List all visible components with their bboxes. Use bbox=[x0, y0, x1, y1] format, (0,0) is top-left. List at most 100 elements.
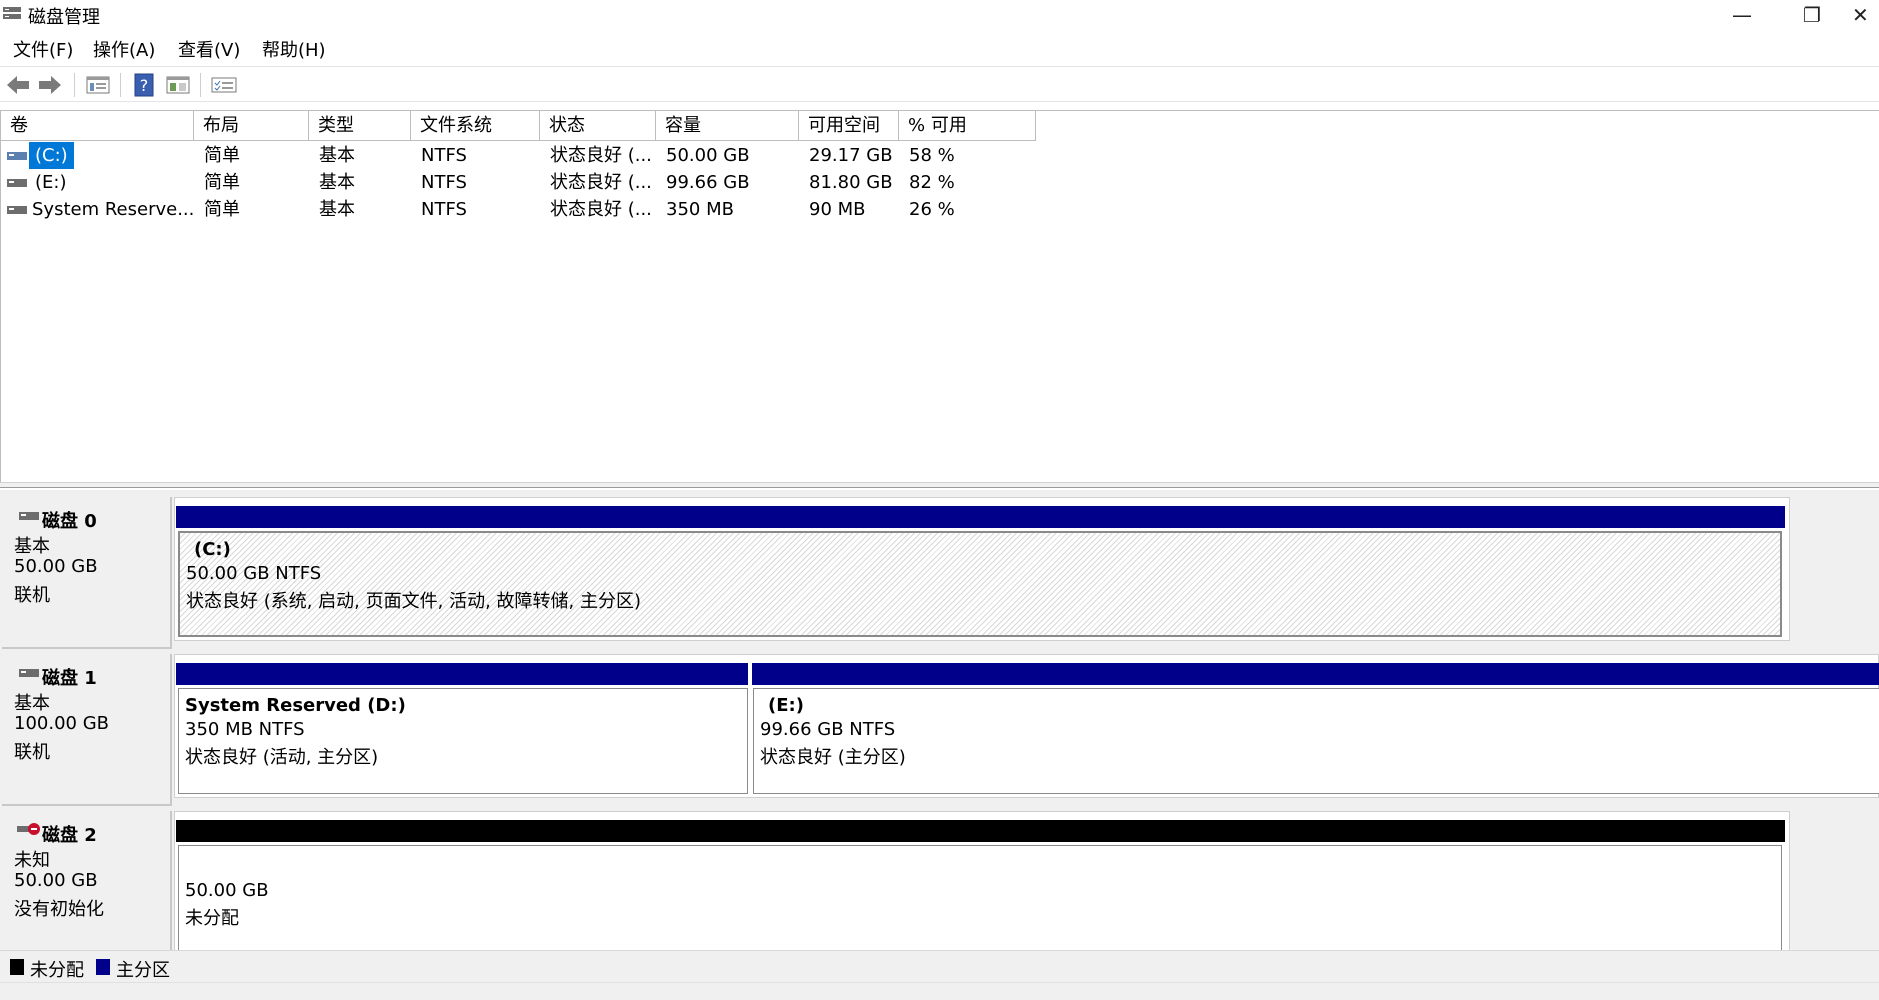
disk-icon bbox=[19, 512, 39, 520]
table-row[interactable]: System Reserve... 简单 基本 NTFS 状态良好 (... 3… bbox=[1, 196, 1035, 223]
help-icon: ? bbox=[134, 73, 154, 97]
disk-name: 磁盘 0 bbox=[42, 511, 97, 532]
disk-name: 磁盘 2 bbox=[42, 825, 97, 846]
legend-swatch-primary bbox=[96, 959, 110, 975]
legend-label-primary: 主分区 bbox=[116, 960, 170, 981]
volume-layout: 简单 bbox=[204, 199, 240, 220]
volume-free-space: 81.80 GB bbox=[809, 172, 893, 193]
volume-list: 卷 布局 类型 文件系统 状态 容量 可用空间 % 可用 (C:) 简单 基本 … bbox=[0, 110, 1879, 482]
disk-state: 没有初始化 bbox=[14, 899, 104, 920]
column-header-layout[interactable]: 布局 bbox=[194, 111, 309, 141]
menu-view[interactable]: 查看(V) bbox=[178, 36, 240, 62]
partition-c[interactable]: (C:) 50.00 GB NTFS 状态良好 (系统, 启动, 页面文件, 活… bbox=[178, 531, 1782, 637]
menu-file[interactable]: 文件(F) bbox=[13, 36, 73, 62]
disk-kind: 基本 bbox=[14, 536, 50, 557]
volume-filesystem: NTFS bbox=[421, 145, 467, 166]
volume-name[interactable]: (E:) bbox=[35, 169, 66, 196]
title-bar: 磁盘管理 — ❐ ✕ bbox=[0, 0, 1879, 30]
partition-label: (E:) bbox=[768, 695, 804, 716]
volume-status: 状态良好 (... bbox=[550, 172, 652, 193]
volume-percent-free: 26 % bbox=[909, 199, 955, 220]
partition-label: (C:) bbox=[194, 539, 231, 560]
partition-size: 50.00 GB bbox=[185, 880, 269, 901]
disk-list-icon bbox=[86, 76, 110, 94]
menu-action[interactable]: 操作(A) bbox=[93, 36, 155, 62]
toolbar: ? bbox=[0, 66, 1879, 102]
disk-management-app-icon bbox=[3, 7, 21, 19]
svg-text:?: ? bbox=[140, 76, 149, 95]
volume-capacity: 50.00 GB bbox=[666, 145, 750, 166]
properties-button[interactable] bbox=[164, 72, 192, 98]
close-icon: ✕ bbox=[1852, 3, 1869, 27]
window-title: 磁盘管理 bbox=[28, 7, 100, 28]
restore-icon: ❐ bbox=[1803, 3, 1821, 27]
partition-status: 未分配 bbox=[185, 908, 239, 929]
volume-icon bbox=[7, 152, 27, 160]
volume-type: 基本 bbox=[319, 145, 355, 166]
unallocated-space[interactable]: 50.00 GB 未分配 bbox=[178, 845, 1782, 950]
minimize-icon: — bbox=[1732, 3, 1752, 27]
checklist-icon bbox=[211, 77, 237, 93]
disk-kind: 未知 bbox=[14, 850, 50, 871]
volume-icon bbox=[7, 206, 27, 214]
partition-status: 状态良好 (主分区) bbox=[760, 747, 906, 768]
show-console-tree-button[interactable] bbox=[84, 72, 112, 98]
partition-e[interactable]: (E:) 99.66 GB NTFS 状态良好 (主分区) bbox=[753, 688, 1879, 794]
forward-arrow-icon bbox=[39, 76, 61, 94]
settings-button[interactable] bbox=[210, 72, 238, 98]
table-row[interactable]: (C:) 简单 基本 NTFS 状态良好 (... 50.00 GB 29.17… bbox=[1, 142, 1035, 169]
volume-free-space: 90 MB bbox=[809, 199, 866, 220]
volume-layout: 简单 bbox=[204, 172, 240, 193]
disk-name: 磁盘 1 bbox=[42, 668, 97, 689]
disk-1-info[interactable]: 磁盘 1 基本 100.00 GB 联机 bbox=[2, 654, 172, 806]
restore-button[interactable]: ❐ bbox=[1782, 0, 1842, 30]
partition-label: System Reserved (D:) bbox=[185, 695, 406, 716]
disk-state: 联机 bbox=[14, 742, 50, 763]
pane-splitter[interactable] bbox=[0, 482, 1879, 488]
close-button[interactable]: ✕ bbox=[1852, 0, 1879, 30]
column-header-status[interactable]: 状态 bbox=[540, 111, 656, 141]
partition-status: 状态良好 (活动, 主分区) bbox=[185, 747, 379, 768]
partition-size-fs: 99.66 GB NTFS bbox=[760, 719, 896, 740]
properties-icon bbox=[166, 76, 190, 94]
legend-swatch-unallocated bbox=[10, 959, 24, 975]
disk-state: 联机 bbox=[14, 585, 50, 606]
status-bar bbox=[0, 982, 1879, 1000]
volume-type: 基本 bbox=[319, 199, 355, 220]
volume-status: 状态良好 (... bbox=[550, 199, 652, 220]
primary-partition-bar bbox=[752, 663, 1879, 685]
disk-kind: 基本 bbox=[14, 693, 50, 714]
column-header-free-space[interactable]: 可用空间 bbox=[799, 111, 899, 141]
forward-button[interactable] bbox=[36, 72, 64, 98]
disk-2-info[interactable]: 磁盘 2 未知 50.00 GB 没有初始化 bbox=[2, 811, 172, 950]
primary-partition-bar bbox=[176, 506, 1785, 528]
partition-system-reserved[interactable]: System Reserved (D:) 350 MB NTFS 状态良好 (活… bbox=[178, 688, 748, 794]
column-header-filesystem[interactable]: 文件系统 bbox=[411, 111, 540, 141]
column-header-type[interactable]: 类型 bbox=[309, 111, 411, 141]
menu-help[interactable]: 帮助(H) bbox=[262, 36, 326, 62]
legend-label-unallocated: 未分配 bbox=[30, 960, 84, 981]
partition-size-fs: 350 MB NTFS bbox=[185, 719, 305, 740]
volume-name[interactable]: System Reserve... bbox=[32, 196, 194, 223]
column-header-volume[interactable]: 卷 bbox=[1, 111, 194, 141]
column-header-percent-free[interactable]: % 可用 bbox=[899, 111, 1036, 141]
column-header-capacity[interactable]: 容量 bbox=[656, 111, 799, 141]
back-button[interactable] bbox=[4, 72, 32, 98]
volume-name[interactable]: (C:) bbox=[29, 142, 74, 169]
volume-filesystem: NTFS bbox=[421, 199, 467, 220]
help-button[interactable]: ? bbox=[130, 72, 158, 98]
legend: 未分配 主分区 bbox=[0, 950, 1879, 982]
table-row[interactable]: (E:) 简单 基本 NTFS 状态良好 (... 99.66 GB 81.80… bbox=[1, 169, 1035, 196]
disk-size: 50.00 GB bbox=[14, 870, 98, 891]
primary-partition-bar bbox=[176, 663, 748, 685]
volume-percent-free: 58 % bbox=[909, 145, 955, 166]
disk-0-info[interactable]: 磁盘 0 基本 50.00 GB 联机 bbox=[2, 497, 172, 649]
partition-size-fs: 50.00 GB NTFS bbox=[186, 563, 322, 584]
volume-type: 基本 bbox=[319, 172, 355, 193]
minimize-button[interactable]: — bbox=[1712, 0, 1772, 30]
volume-capacity: 99.66 GB bbox=[666, 172, 750, 193]
volume-percent-free: 82 % bbox=[909, 172, 955, 193]
volume-free-space: 29.17 GB bbox=[809, 145, 893, 166]
volume-filesystem: NTFS bbox=[421, 172, 467, 193]
menu-bar: 文件(F) 操作(A) 查看(V) 帮助(H) bbox=[0, 33, 1879, 63]
